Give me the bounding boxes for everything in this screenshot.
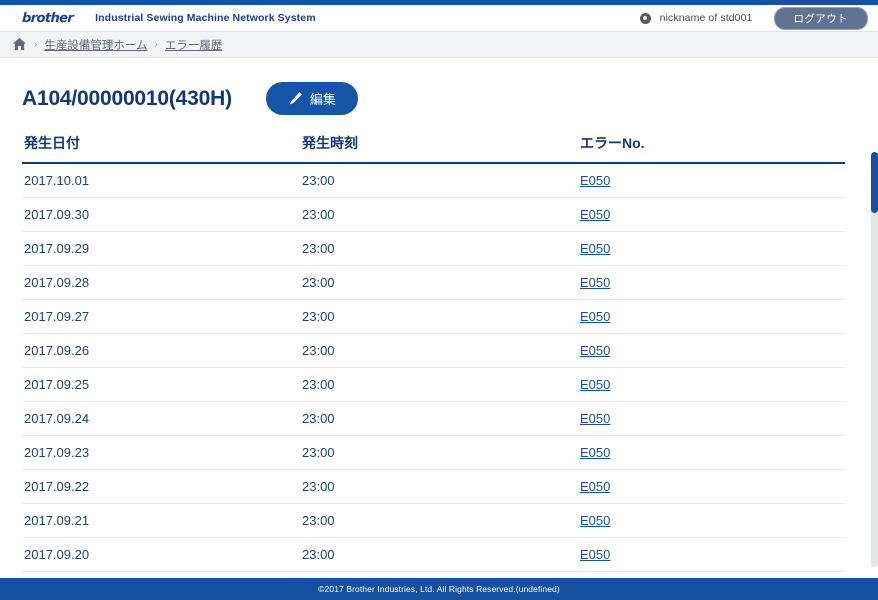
edit-button[interactable]: 編集 <box>266 82 358 115</box>
table-header-row: 発生日付 発生時刻 エラーNo. <box>22 133 845 163</box>
table-row: 2017.09.2123:00E050 <box>22 504 845 538</box>
error-number-link[interactable]: E050 <box>580 445 610 460</box>
header-right-group: nickname of std001 ログアウト <box>640 7 868 30</box>
cell-date: 2017.10.01 <box>22 163 300 198</box>
cell-date: 2017.09.26 <box>22 334 300 368</box>
cell-error: E050 <box>578 198 845 232</box>
page-title: A104/00000010(430H) <box>22 87 232 111</box>
app-header: brother Industrial Sewing Machine Networ… <box>0 5 878 31</box>
table-row: 2017.10.0123:00E050 <box>22 163 845 198</box>
cell-time: 23:00 <box>300 300 578 334</box>
error-number-link[interactable]: E050 <box>580 173 610 188</box>
cell-time: 23:00 <box>300 334 578 368</box>
scrollbar-thumb[interactable] <box>871 152 878 213</box>
table-head: 発生日付 発生時刻 エラーNo. <box>22 133 845 163</box>
cell-date: 2017.09.29 <box>22 232 300 266</box>
edit-button-label: 編集 <box>310 89 336 108</box>
cell-error: E050 <box>578 300 845 334</box>
cell-error: E050 <box>578 368 845 402</box>
cell-date: 2017.09.30 <box>22 198 300 232</box>
user-name-label: nickname of std001 <box>660 12 753 24</box>
table-body: 2017.10.0123:00E0502017.09.3023:00E05020… <box>22 163 845 600</box>
cell-date: 2017.09.28 <box>22 266 300 300</box>
cell-time: 23:00 <box>300 198 578 232</box>
breadcrumb-separator-2: › <box>155 39 158 50</box>
cell-time: 23:00 <box>300 232 578 266</box>
vertical-scrollbar[interactable] <box>871 152 878 567</box>
error-history-table: 発生日付 発生時刻 エラーNo. 2017.10.0123:00E0502017… <box>22 133 845 600</box>
cell-time: 23:00 <box>300 368 578 402</box>
table-row: 2017.09.2223:00E050 <box>22 470 845 504</box>
column-header-time: 発生時刻 <box>300 133 578 163</box>
cell-time: 23:00 <box>300 504 578 538</box>
table-row: 2017.09.2023:00E050 <box>22 538 845 572</box>
cell-time: 23:00 <box>300 538 578 572</box>
cell-error: E050 <box>578 504 845 538</box>
table-row: 2017.09.3023:00E050 <box>22 198 845 232</box>
cell-error: E050 <box>578 232 845 266</box>
error-history-table-wrap: 発生日付 発生時刻 エラーNo. 2017.10.0123:00E0502017… <box>22 133 845 600</box>
brother-logo: brother <box>22 11 74 26</box>
error-number-link[interactable]: E050 <box>580 343 610 358</box>
pencil-icon <box>288 91 303 106</box>
column-header-date: 発生日付 <box>22 133 300 163</box>
error-number-link[interactable]: E050 <box>580 479 610 494</box>
table-row: 2017.09.2723:00E050 <box>22 300 845 334</box>
cell-time: 23:00 <box>300 402 578 436</box>
page-footer: ©2017 Brother Industries, Ltd. All Right… <box>0 578 878 600</box>
copyright-text: ©2017 Brother Industries, Ltd. All Right… <box>318 584 560 594</box>
cell-time: 23:00 <box>300 266 578 300</box>
error-number-link[interactable]: E050 <box>580 309 610 324</box>
cell-date: 2017.09.20 <box>22 538 300 572</box>
error-number-link[interactable]: E050 <box>580 241 610 256</box>
cell-date: 2017.09.23 <box>22 436 300 470</box>
cell-time: 23:00 <box>300 163 578 198</box>
breadcrumb-item-home[interactable]: 生産設備管理ホーム <box>44 37 147 53</box>
cell-error: E050 <box>578 334 845 368</box>
cell-date: 2017.09.21 <box>22 504 300 538</box>
error-number-link[interactable]: E050 <box>580 275 610 290</box>
table-row: 2017.09.2323:00E050 <box>22 436 845 470</box>
cell-time: 23:00 <box>300 470 578 504</box>
app-tagline: Industrial Sewing Machine Network System <box>95 12 315 24</box>
user-circle-icon <box>640 13 651 24</box>
logout-button[interactable]: ログアウト <box>774 7 869 30</box>
cell-time: 23:00 <box>300 436 578 470</box>
error-number-link[interactable]: E050 <box>580 207 610 222</box>
table-row: 2017.09.2523:00E050 <box>22 368 845 402</box>
table-row: 2017.09.2423:00E050 <box>22 402 845 436</box>
cell-date: 2017.09.22 <box>22 470 300 504</box>
column-header-error: エラーNo. <box>578 133 845 163</box>
cell-error: E050 <box>578 163 845 198</box>
breadcrumb-item-error-history[interactable]: エラー履歴 <box>165 37 223 53</box>
cell-error: E050 <box>578 538 845 572</box>
cell-error: E050 <box>578 402 845 436</box>
cell-error: E050 <box>578 266 845 300</box>
breadcrumb: › 生産設備管理ホーム › エラー履歴 <box>0 31 878 58</box>
page-title-row: A104/00000010(430H) 編集 <box>0 58 878 115</box>
table-row: 2017.09.2823:00E050 <box>22 266 845 300</box>
home-icon[interactable] <box>12 37 27 53</box>
table-row: 2017.09.2623:00E050 <box>22 334 845 368</box>
cell-date: 2017.09.25 <box>22 368 300 402</box>
error-number-link[interactable]: E050 <box>580 513 610 528</box>
cell-error: E050 <box>578 470 845 504</box>
table-row: 2017.09.2923:00E050 <box>22 232 845 266</box>
cell-error: E050 <box>578 436 845 470</box>
cell-date: 2017.09.24 <box>22 402 300 436</box>
error-number-link[interactable]: E050 <box>580 377 610 392</box>
breadcrumb-separator-1: › <box>34 39 37 50</box>
error-number-link[interactable]: E050 <box>580 547 610 562</box>
cell-date: 2017.09.27 <box>22 300 300 334</box>
error-number-link[interactable]: E050 <box>580 411 610 426</box>
